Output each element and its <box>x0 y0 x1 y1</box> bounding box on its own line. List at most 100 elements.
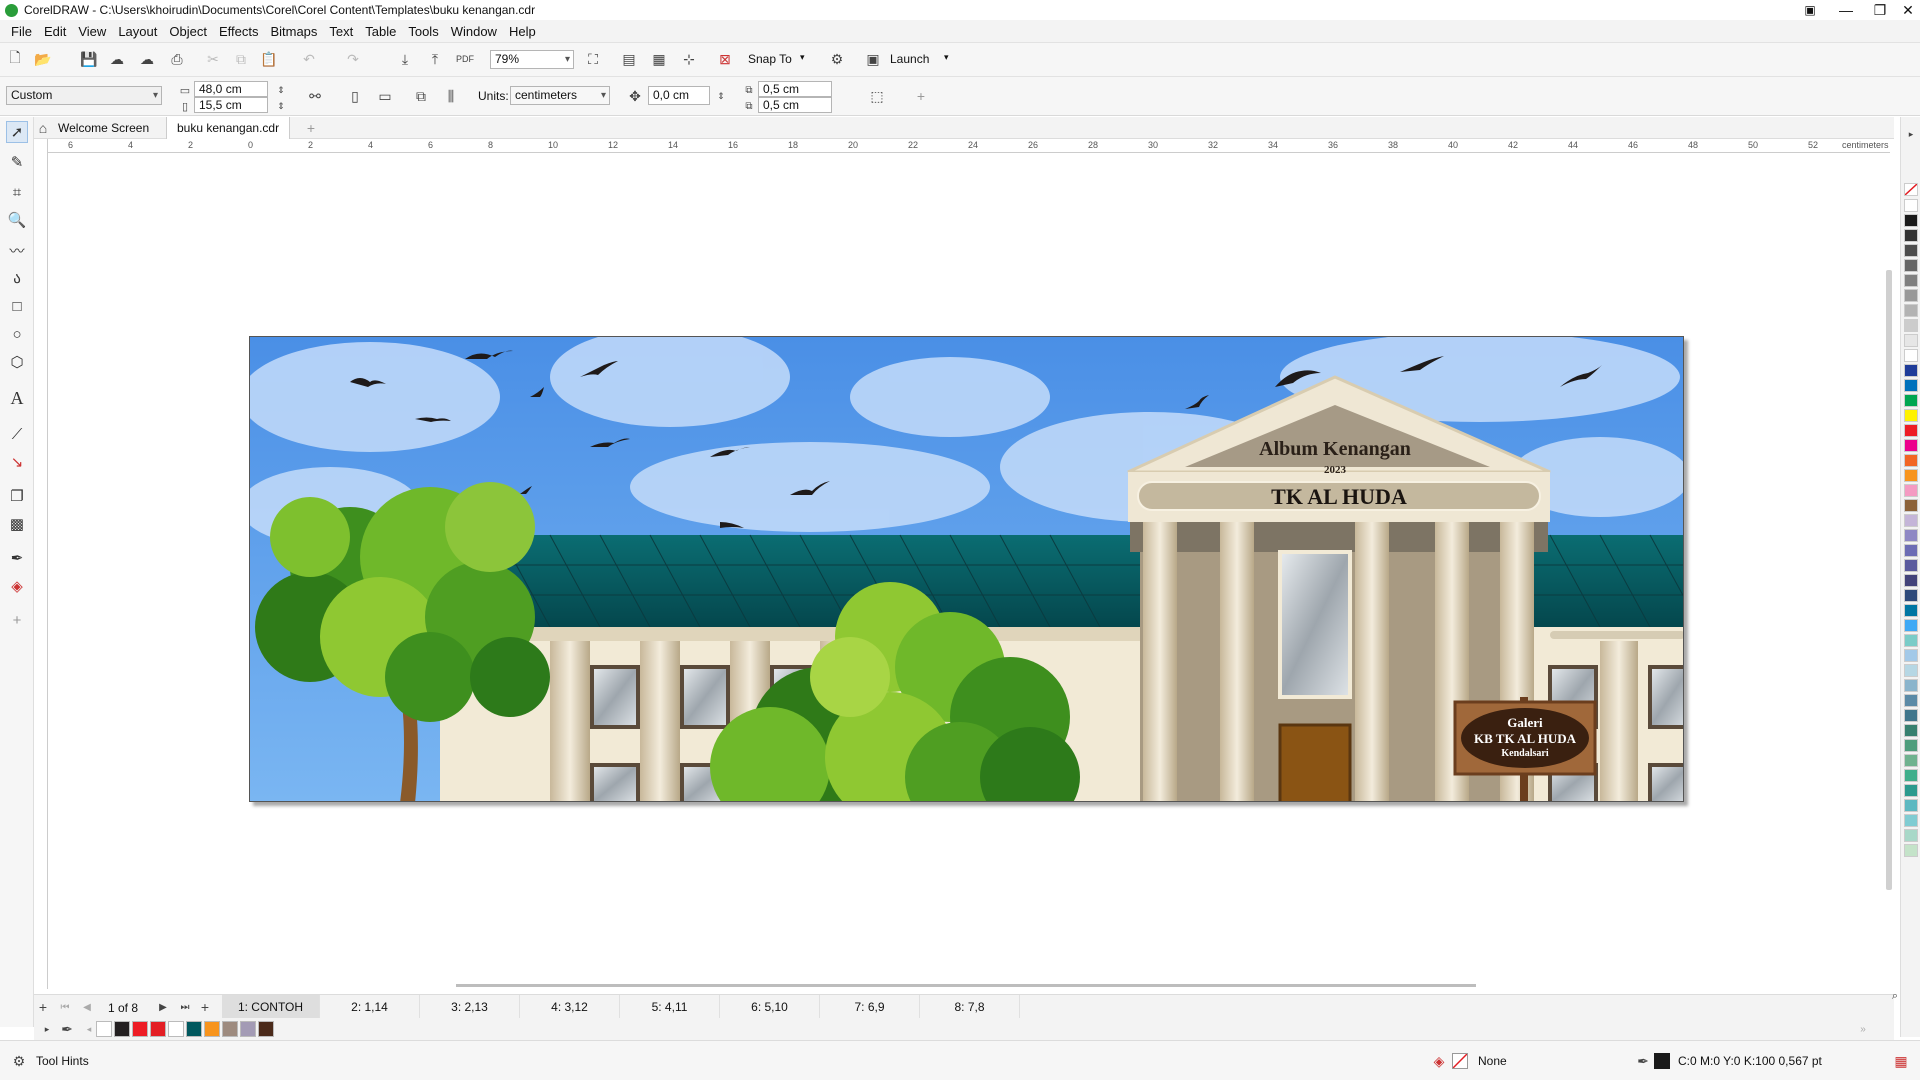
palette-swatch[interactable] <box>1904 679 1918 692</box>
show-grid-icon[interactable]: ▦ <box>650 50 668 68</box>
crop-tool-icon[interactable]: ⌗ <box>6 181 28 203</box>
tab-buku-kenangan[interactable]: buku kenangan.cdr <box>166 117 291 139</box>
duplicate-y-field[interactable]: 0,5 cm <box>758 97 832 113</box>
show-guidelines-icon[interactable]: ⊹ <box>680 50 698 68</box>
palette-swatch[interactable] <box>1904 244 1918 257</box>
page-tab-7[interactable]: 7: 6,9 <box>820 995 920 1019</box>
tab-welcome-screen[interactable]: Welcome Screen <box>48 117 159 139</box>
add-page-before-icon[interactable]: + <box>34 998 52 1016</box>
cloud-download-icon[interactable]: ☁ <box>108 50 126 68</box>
page-tab-2[interactable]: 2: 1,14 <box>320 995 420 1019</box>
last-page-icon[interactable]: ⏭ <box>176 998 194 1016</box>
page-tab-1[interactable]: 1: CONTOH <box>222 995 320 1019</box>
palette-swatch[interactable] <box>1904 439 1918 452</box>
shape-tool-icon[interactable]: ✎ <box>6 151 28 173</box>
vertical-scrollbar[interactable] <box>1886 270 1892 890</box>
horizontal-scrollbar[interactable] <box>456 984 1476 987</box>
treat-as-filled-icon[interactable]: ⬚ <box>868 87 886 105</box>
minimize-button[interactable]: — <box>1830 0 1862 20</box>
page-height-field[interactable]: 15,5 cm <box>194 97 268 113</box>
interactive-fill-tool-icon[interactable]: ◈ <box>6 575 28 597</box>
palette-swatch[interactable] <box>1904 274 1918 287</box>
dimension-tool-icon[interactable]: ⟋ <box>6 423 28 445</box>
palette-swatch[interactable] <box>1904 514 1918 527</box>
add-icon[interactable]: + <box>912 87 930 105</box>
launch-icon[interactable]: ▣ <box>864 50 882 68</box>
launch-dropdown[interactable]: Launch <box>890 52 929 66</box>
units-select[interactable]: centimeters <box>510 86 610 105</box>
tool-hints-gear-icon[interactable]: ⚙ <box>10 1052 28 1070</box>
redo-icon[interactable]: ↷ <box>344 50 362 68</box>
palette-swatch[interactable] <box>1904 769 1918 782</box>
palette-swatch[interactable] <box>1904 649 1918 662</box>
menu-edit[interactable]: Edit <box>44 24 66 39</box>
customize-toolbox-add-icon[interactable]: + <box>6 609 28 631</box>
all-pages-icon[interactable]: ⧉ <box>412 87 430 105</box>
artwork-page[interactable]: Album Kenangan 2023 TK AL HUDA Galeri KB… <box>249 336 1684 802</box>
open-icon[interactable]: 📂 <box>34 50 52 68</box>
page-tab-6[interactable]: 6: 5,10 <box>720 995 820 1019</box>
palette-swatch[interactable] <box>1904 664 1918 677</box>
document-palette-swatch[interactable] <box>240 1021 256 1037</box>
snap-chevron-down-icon[interactable]: ▾ <box>800 52 805 63</box>
full-screen-preview-icon[interactable]: ⛶ <box>584 50 602 68</box>
palette-swatch[interactable] <box>1904 694 1918 707</box>
polygon-tool-icon[interactable]: ⬡ <box>6 351 28 373</box>
paste-icon[interactable]: 📋 <box>260 50 278 68</box>
palette-swatch[interactable] <box>1904 259 1918 272</box>
cloud-upload-icon[interactable]: ☁ <box>138 50 156 68</box>
menu-view[interactable]: View <box>78 24 106 39</box>
document-palette-swatch[interactable] <box>204 1021 220 1037</box>
doc-palette-eyedropper-icon[interactable]: ✒ <box>58 1020 76 1038</box>
palette-swatch[interactable] <box>1904 424 1918 437</box>
page-tab-3[interactable]: 3: 2,13 <box>420 995 520 1019</box>
import-icon[interactable]: ⤓ <box>396 50 414 68</box>
palette-swatch[interactable] <box>1904 544 1918 557</box>
palette-swatch[interactable] <box>1904 814 1918 827</box>
export-pdf-icon[interactable]: PDF <box>456 50 474 68</box>
zoom-tool-icon[interactable]: 🔍 <box>6 209 28 231</box>
new-document-icon[interactable]: 🗋 <box>6 49 24 68</box>
transparency-tool-icon[interactable]: ▩ <box>6 513 28 535</box>
portrait-icon[interactable]: ▯ <box>346 87 364 105</box>
menu-window[interactable]: Window <box>451 24 497 39</box>
palette-swatch[interactable] <box>1904 409 1918 422</box>
horizontal-ruler[interactable]: 6 4 2 0 2 4 6 8 10 12 14 16 18 20 22 24 26 28 30 32 34 36 38 40… <box>40 139 1890 153</box>
doc-palette-scroll-right-icon[interactable]: » <box>1854 1020 1872 1038</box>
no-color-swatch[interactable] <box>1904 183 1918 196</box>
document-palette-swatch[interactable] <box>186 1021 202 1037</box>
palette-swatch[interactable] <box>1904 289 1918 302</box>
menu-bitmaps[interactable]: Bitmaps <box>270 24 317 39</box>
palette-swatch[interactable] <box>1904 199 1918 212</box>
close-button[interactable]: ✕ <box>1892 0 1920 20</box>
palette-swatch[interactable] <box>1904 454 1918 467</box>
ellipse-tool-icon[interactable]: ○ <box>6 323 28 345</box>
palette-swatch[interactable] <box>1904 724 1918 737</box>
drop-shadow-tool-icon[interactable]: ❐ <box>6 485 28 507</box>
palette-swatch[interactable] <box>1904 499 1918 512</box>
menu-text[interactable]: Text <box>329 24 353 39</box>
freehand-tool-icon[interactable]: 〰 <box>6 239 28 261</box>
palette-swatch[interactable] <box>1904 604 1918 617</box>
outline-pen-icon[interactable]: ✒ <box>1634 1052 1652 1070</box>
palette-swatch[interactable] <box>1904 394 1918 407</box>
palette-swatch[interactable] <box>1904 739 1918 752</box>
snap-off-icon[interactable]: ⊠ <box>716 50 734 68</box>
height-stepper-icon[interactable]: ⇕ <box>272 97 290 115</box>
launch-chevron-down-icon[interactable]: ▾ <box>944 52 949 63</box>
document-palette-swatch[interactable] <box>150 1021 166 1037</box>
eyedropper-tool-icon[interactable]: ✒ <box>6 547 28 569</box>
show-rulers-icon[interactable]: ▤ <box>620 50 638 68</box>
palette-swatch[interactable] <box>1904 829 1918 842</box>
page-tab-5[interactable]: 5: 4,11 <box>620 995 720 1019</box>
document-palette-swatch[interactable] <box>114 1021 130 1037</box>
options-gear-icon[interactable]: ⚙ <box>828 50 846 68</box>
first-page-icon[interactable]: ⏮ <box>56 998 74 1016</box>
palette-swatch[interactable] <box>1904 304 1918 317</box>
document-palette-swatch[interactable] <box>168 1021 184 1037</box>
page-tab-4[interactable]: 4: 3,12 <box>520 995 620 1019</box>
pick-tool-icon[interactable]: ➚ <box>6 121 28 143</box>
page-width-field[interactable]: 48,0 cm <box>194 81 268 97</box>
nudge-stepper-icon[interactable]: ⇕ <box>712 87 730 105</box>
lock-ratio-icon[interactable]: ⚯ <box>306 87 324 105</box>
